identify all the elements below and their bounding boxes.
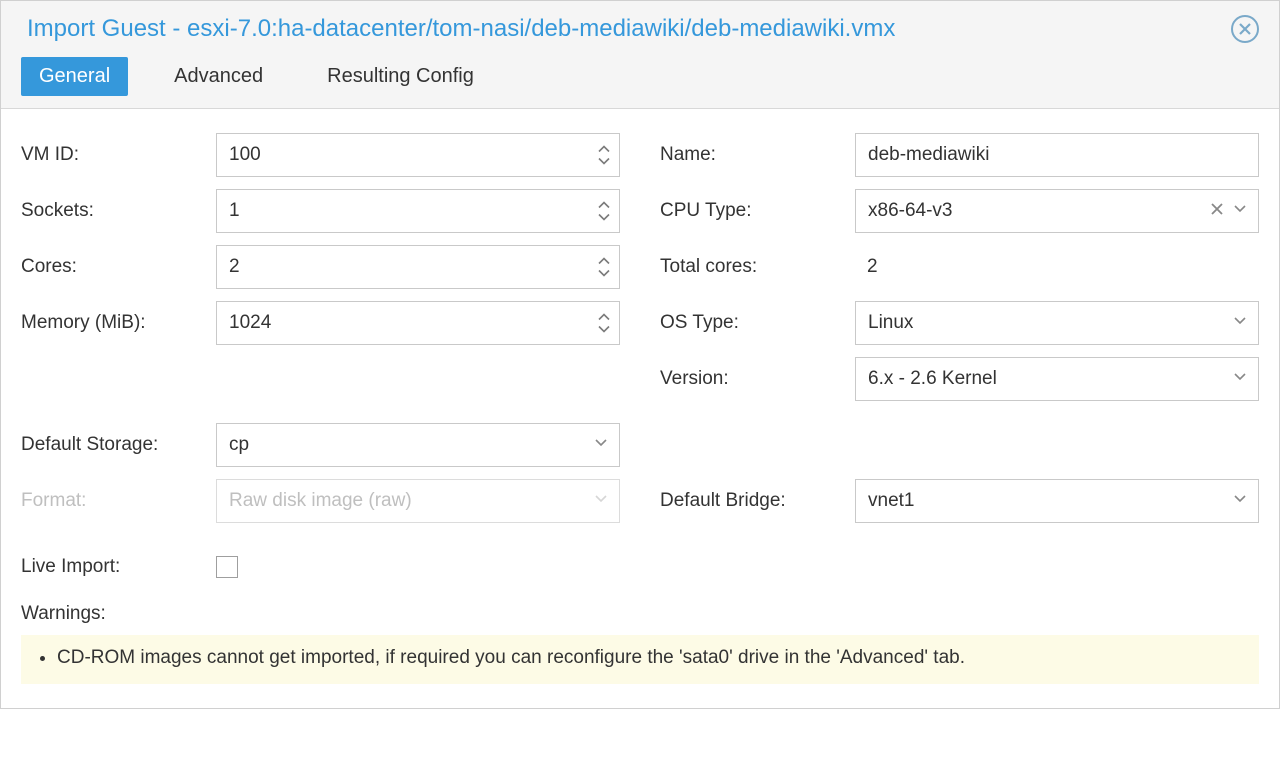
tab-resulting-config[interactable]: Resulting Config [309,57,492,96]
ostype-select[interactable]: Linux [855,301,1259,345]
totalcores-label: Total cores: [660,256,855,278]
chevron-down-icon [597,212,611,222]
memory-stepper[interactable] [597,313,611,334]
close-icon [1210,202,1224,216]
chevron-down-icon [597,156,611,166]
cores-spinner[interactable]: 2 [216,245,620,289]
version-value: 6.x - 2.6 Kernel [868,368,997,390]
name-field[interactable]: deb-mediawiki [855,133,1259,177]
chevron-down-icon [597,324,611,334]
cores-label: Cores: [21,256,216,278]
sockets-value: 1 [229,200,240,222]
chevron-down-icon [1232,368,1248,384]
memory-label: Memory (MiB): [21,312,216,334]
format-value: Raw disk image (raw) [229,490,412,512]
chevron-up-icon [597,145,611,155]
dialog-header: Import Guest - esxi-7.0:ha-datacenter/to… [1,1,1279,53]
sockets-stepper[interactable] [597,201,611,222]
tab-bar: General Advanced Resulting Config [1,53,1279,108]
version-label: Version: [660,368,855,390]
ostype-value: Linux [868,312,913,334]
warning-item: CD-ROM images cannot get imported, if re… [57,645,1245,672]
version-select[interactable]: 6.x - 2.6 Kernel [855,357,1259,401]
live-import-label: Live Import: [21,556,216,578]
ostype-label: OS Type: [660,312,855,334]
format-label: Format: [21,490,216,512]
warning-list: CD-ROM images cannot get imported, if re… [21,635,1259,684]
name-label: Name: [660,144,855,166]
warnings-block: Warnings: CD-ROM images cannot get impor… [21,603,1259,684]
cputype-clear-button[interactable] [1210,200,1224,222]
tab-general[interactable]: General [21,57,128,96]
name-value: deb-mediawiki [868,144,989,166]
chevron-up-icon [597,313,611,323]
cputype-value: x86-64-v3 [868,200,953,222]
chevron-up-icon [597,257,611,267]
default-storage-value: cp [229,434,249,456]
vmid-spinner[interactable]: 100 [216,133,620,177]
warnings-label: Warnings: [21,603,1259,625]
close-button[interactable] [1231,15,1259,43]
dialog-title: Import Guest - esxi-7.0:ha-datacenter/to… [27,15,895,43]
format-select: Raw disk image (raw) [216,479,620,523]
vmid-stepper[interactable] [597,145,611,166]
close-icon [1238,22,1252,36]
default-bridge-label: Default Bridge: [660,490,855,512]
cputype-label: CPU Type: [660,200,855,222]
cputype-select[interactable]: x86-64-v3 [855,189,1259,233]
chevron-up-icon [597,201,611,211]
default-bridge-select[interactable]: vnet1 [855,479,1259,523]
memory-spinner[interactable]: 1024 [216,301,620,345]
chevron-down-icon [1232,200,1248,216]
left-column: VM ID: 100 Sockets: [21,127,620,595]
default-storage-select[interactable]: cp [216,423,620,467]
import-guest-dialog: Import Guest - esxi-7.0:ha-datacenter/to… [0,0,1280,709]
vmid-value: 100 [229,144,261,166]
chevron-down-icon [597,268,611,278]
totalcores-value: 2 [855,245,1259,289]
default-storage-label: Default Storage: [21,434,216,456]
chevron-down-icon [593,490,609,506]
memory-value: 1024 [229,312,271,334]
right-column: Name: deb-mediawiki CPU Type: x86-64-v3 [660,127,1259,595]
chevron-down-icon [593,434,609,450]
sockets-label: Sockets: [21,200,216,222]
default-bridge-value: vnet1 [868,490,914,512]
general-panel: VM ID: 100 Sockets: [1,108,1279,708]
vmid-label: VM ID: [21,144,216,166]
cores-value: 2 [229,256,240,278]
chevron-down-icon [1232,312,1248,328]
tab-advanced[interactable]: Advanced [156,57,281,96]
sockets-spinner[interactable]: 1 [216,189,620,233]
cores-stepper[interactable] [597,257,611,278]
chevron-down-icon [1232,490,1248,506]
live-import-checkbox[interactable] [216,556,238,578]
